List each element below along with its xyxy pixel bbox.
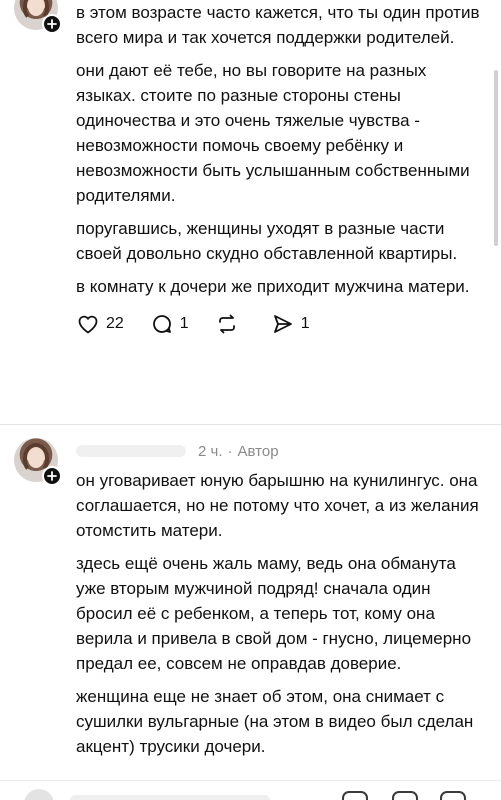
follow-plus-icon[interactable] xyxy=(42,14,62,34)
share-count: 1 xyxy=(300,315,310,332)
gallery-icon[interactable] xyxy=(342,791,368,800)
username-redacted[interactable] xyxy=(76,445,186,457)
reply-input[interactable] xyxy=(70,795,270,800)
post-text: поругавшись, женщины уходят в разные час… xyxy=(76,219,458,263)
send-icon xyxy=(273,315,292,333)
share-button[interactable]: 1 xyxy=(271,312,310,336)
post-content: 2 ч. · Автор он уговаривает юную барышню… xyxy=(76,434,487,767)
post-text: женщина еще не знает об этом, она снимае… xyxy=(76,687,479,756)
mic-icon[interactable] xyxy=(440,791,466,800)
post-text: в этом возрасте часто кажется, что ты од… xyxy=(76,3,485,47)
repost-button[interactable] xyxy=(215,312,245,336)
post-divider xyxy=(0,424,501,425)
comment-icon xyxy=(152,315,171,333)
reply-bar xyxy=(0,780,501,800)
author-badge: Автор xyxy=(237,442,279,460)
post-content: в этом возрасте часто кажется, что ты од… xyxy=(76,0,487,341)
avatar xyxy=(24,789,54,800)
post-text: здесь ещё очень жаль маму, ведь она обма… xyxy=(76,554,476,673)
like-button[interactable]: 22 xyxy=(76,312,124,336)
reply-button[interactable]: 1 xyxy=(150,312,189,336)
reply-count: 1 xyxy=(179,315,189,332)
thread-view: в этом возрасте часто кажется, что ты од… xyxy=(0,0,501,800)
meta-separator: · xyxy=(227,442,233,460)
avatar[interactable] xyxy=(14,438,62,486)
post-meta: 2 ч. · Автор xyxy=(76,434,487,468)
heart-icon xyxy=(78,315,98,334)
post-actions: 22 1 1 xyxy=(76,307,487,341)
gif-icon[interactable] xyxy=(392,791,418,800)
avatar[interactable] xyxy=(14,0,62,34)
post-time: 2 ч. xyxy=(198,442,223,460)
follow-plus-icon[interactable] xyxy=(42,466,62,486)
scrollbar[interactable] xyxy=(494,70,498,246)
post-text: он уговаривает юную барышню на кунилингу… xyxy=(76,471,484,540)
like-count: 22 xyxy=(106,315,124,332)
post-text: в комнату к дочери же приходит мужчина м… xyxy=(76,277,470,296)
repost-icon xyxy=(218,314,235,334)
post-text: они дают её тебе, но вы говорите на разн… xyxy=(76,61,475,205)
